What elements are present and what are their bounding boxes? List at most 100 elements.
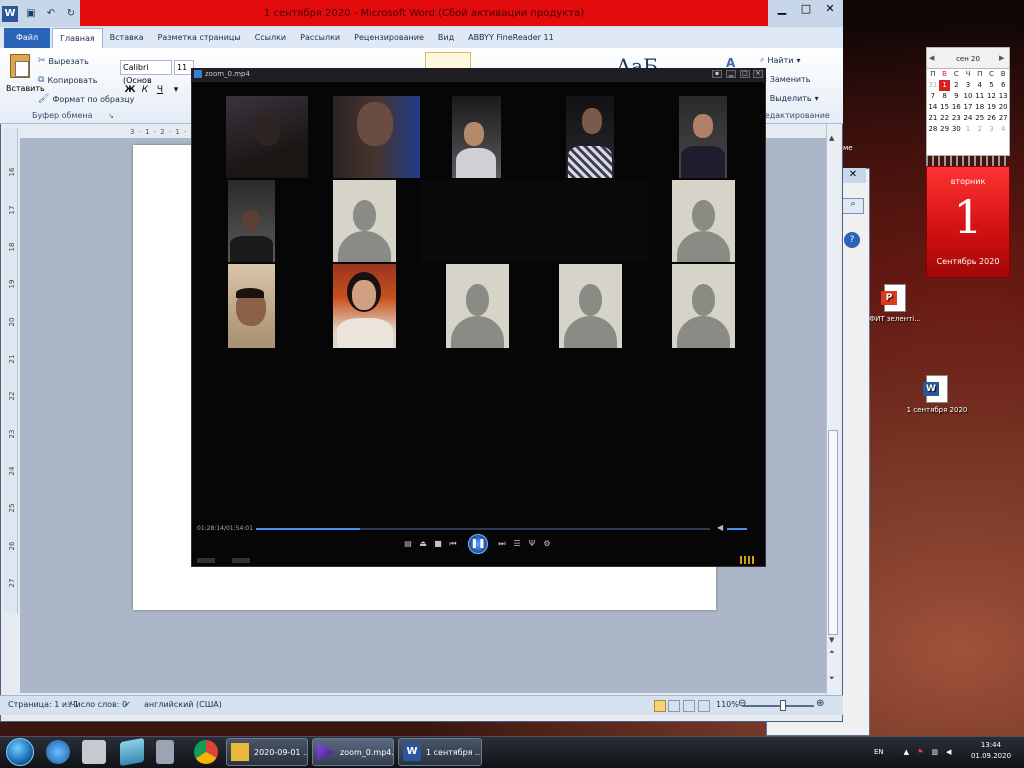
ruler-left[interactable]: 16 17 18 19 20 21 22 23 24 25 26 27 <box>4 128 18 613</box>
calendar-day[interactable]: 17 <box>962 102 974 113</box>
pause-button[interactable]: ❚❚ <box>468 534 488 554</box>
scroll-up-icon[interactable]: ▲ <box>829 134 834 142</box>
calendar-day[interactable]: 27 <box>997 113 1009 124</box>
background-window-close-button[interactable]: ✕ <box>840 168 866 183</box>
calculator-icon[interactable] <box>156 740 174 764</box>
calendar-day[interactable]: 4 <box>997 124 1009 135</box>
paint-icon[interactable] <box>82 740 106 764</box>
calendar-day[interactable]: 21 <box>927 113 939 124</box>
volume-icon[interactable]: ◀ <box>717 523 723 532</box>
calendar-day[interactable]: 23 <box>950 113 962 124</box>
word-logo-icon[interactable]: W <box>2 6 18 22</box>
status-word-count[interactable]: Число слов: 0 <box>70 700 127 709</box>
equalizer-icon[interactable]: ☰ <box>511 538 523 550</box>
desktop-icon-word[interactable]: W 1 сентября 2020 <box>902 375 972 414</box>
tab-mailings[interactable]: Рассылки <box>293 28 347 48</box>
undo-icon[interactable]: ↶ <box>44 7 58 21</box>
playlist-icon[interactable]: ▤ <box>402 538 414 550</box>
copy-button[interactable]: ⧉ Копировать <box>38 73 97 87</box>
language-indicator[interactable]: EN <box>874 748 884 756</box>
calendar-day[interactable]: 1 <box>962 124 974 135</box>
calendar-day[interactable]: 19 <box>986 102 998 113</box>
bold-button[interactable]: Ж <box>124 85 136 98</box>
calendar-day[interactable]: 8 <box>939 91 951 102</box>
player-titlebar[interactable] <box>191 68 766 82</box>
tab-file[interactable]: Файл <box>4 28 51 48</box>
calendar-prev-icon[interactable]: ◀ <box>929 54 934 62</box>
prev-page-icon[interactable]: ⏶ <box>829 648 835 657</box>
calendar-day[interactable]: 7 <box>927 91 939 102</box>
search-icon[interactable]: ⌕ <box>842 198 864 214</box>
calendar-day[interactable]: 10 <box>962 91 974 102</box>
taskbar-clock[interactable]: 13:44 01.09.2020 <box>966 740 1016 762</box>
outline-icon[interactable] <box>698 700 710 712</box>
tab-references[interactable]: Ссылки <box>248 28 293 48</box>
volume-slider[interactable] <box>727 528 747 530</box>
player-minimize-button[interactable]: ▁ <box>726 70 736 78</box>
strikethrough-icon[interactable]: ▾ <box>170 85 182 98</box>
close-button[interactable]: ✕ <box>818 0 842 18</box>
network-icon[interactable]: ▥ <box>931 748 938 756</box>
calendar-day[interactable]: 9 <box>950 91 962 102</box>
calendar-day[interactable]: 15 <box>939 102 951 113</box>
dialog-launcher-icon[interactable]: ↘ <box>108 112 114 120</box>
calendar-day[interactable]: 12 <box>986 91 998 102</box>
calendar-day[interactable]: 20 <box>997 102 1009 113</box>
calendar-day[interactable]: 3 <box>986 124 998 135</box>
calendar-day[interactable]: 14 <box>927 102 939 113</box>
tab-view[interactable]: Вид <box>431 28 461 48</box>
proofing-icon[interactable]: ✔ <box>124 700 131 709</box>
eject-icon[interactable]: ⏏ <box>417 538 429 550</box>
calendar-day[interactable]: 2 <box>974 124 986 135</box>
calendar-month-header[interactable]: сен 20 <box>926 47 1010 69</box>
tab-review[interactable]: Рецензирование <box>347 28 431 48</box>
font-name-select[interactable]: Calibri (Основ <box>120 60 172 85</box>
tab-abbyy[interactable]: ABBYY FineReader 11 <box>461 28 561 48</box>
zoom-level[interactable]: 110% <box>716 700 739 709</box>
chrome-icon[interactable] <box>194 740 218 764</box>
scroll-down-icon[interactable]: ▼ <box>829 636 834 644</box>
taskbar-task-word[interactable]: W 1 сентября ... <box>398 738 482 766</box>
tray-expand-icon[interactable]: ▲ <box>904 748 909 756</box>
action-center-icon[interactable]: ⚑ <box>917 748 923 756</box>
underline-button[interactable]: Ч <box>154 85 166 98</box>
paste-button[interactable]: Вставить <box>6 54 45 104</box>
speaker-icon[interactable]: ◀ <box>946 748 951 756</box>
save-icon[interactable]: ▣ <box>24 7 38 21</box>
player-close-button[interactable]: ✕ <box>753 70 763 78</box>
internet-explorer-icon[interactable] <box>46 740 70 764</box>
next-icon[interactable]: ⏭ <box>496 538 508 550</box>
player-mini-button[interactable]: ▪ <box>712 70 722 78</box>
format-painter-button[interactable]: 🖌 Формат по образцу <box>38 92 134 106</box>
tab-page-layout[interactable]: Разметка страницы <box>151 28 248 48</box>
print-layout-icon[interactable] <box>654 700 666 712</box>
calendar-day[interactable]: 2 <box>950 80 962 91</box>
player-maximize-button[interactable]: □ <box>740 70 750 78</box>
player-status-button[interactable] <box>197 558 215 563</box>
calendar-day[interactable]: 11 <box>974 91 986 102</box>
previous-icon[interactable]: ⏮ <box>447 538 459 550</box>
notes-icon[interactable] <box>120 737 144 767</box>
full-screen-reading-icon[interactable] <box>668 700 680 712</box>
calendar-day[interactable]: 22 <box>939 113 951 124</box>
minimize-button[interactable]: ▁ <box>770 0 794 18</box>
calendar-day[interactable]: 13 <box>997 91 1009 102</box>
stop-icon[interactable]: ■ <box>432 538 444 550</box>
calendar-day[interactable]: 31 <box>927 80 939 91</box>
subtitles-icon[interactable]: Ψ <box>526 538 538 550</box>
taskbar-task-folder[interactable]: 2020-09-01 ... <box>226 738 308 766</box>
web-layout-icon[interactable] <box>683 700 695 712</box>
taskbar-task-media-player[interactable]: zoom_0.mp4... <box>312 738 394 766</box>
calendar-day[interactable]: 29 <box>939 124 951 135</box>
calendar-next-icon[interactable]: ▶ <box>999 54 1004 62</box>
calendar-day[interactable]: 28 <box>927 124 939 135</box>
calendar-day[interactable]: 5 <box>986 80 998 91</box>
zoom-out-icon[interactable]: ⊖ <box>738 698 746 709</box>
maximize-button[interactable]: □ <box>794 0 818 18</box>
settings-icon[interactable]: ⚙ <box>541 538 553 550</box>
tab-home[interactable]: Главная <box>52 28 103 48</box>
status-page[interactable]: Страница: 1 из 1 <box>8 700 79 709</box>
calendar-day[interactable]: 18 <box>974 102 986 113</box>
calendar-day[interactable]: 6 <box>997 80 1009 91</box>
zoom-slider-track[interactable] <box>742 705 814 707</box>
